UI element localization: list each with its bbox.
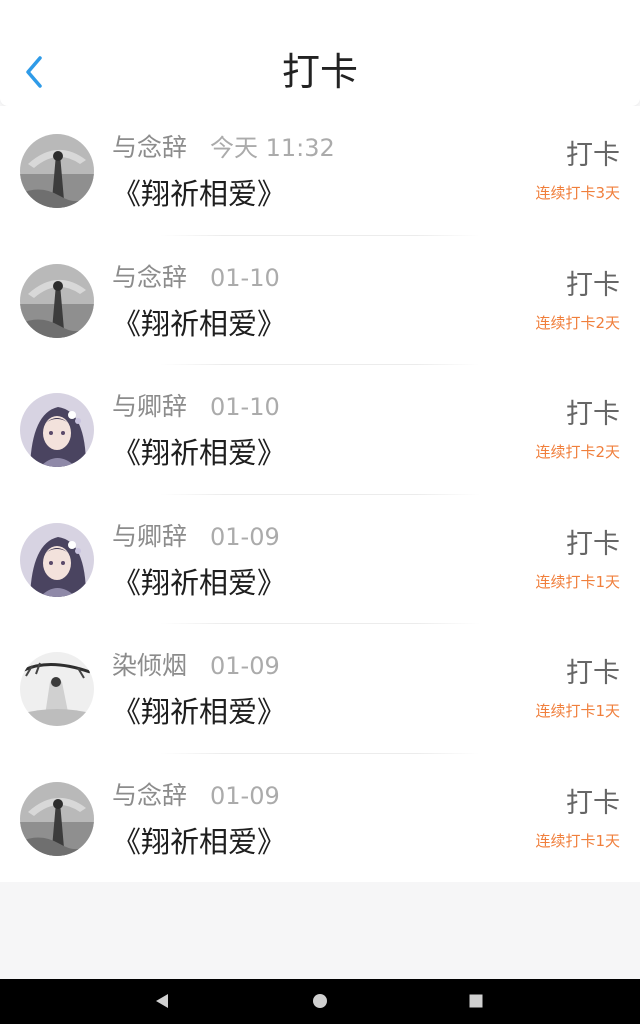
checkin-item[interactable]: 与念辞 今天 11:32 《翔祈相爱》 打卡 连续打卡3天 — [0, 106, 640, 236]
page-title: 打卡 — [281, 50, 358, 94]
checkin-time: 今天 11:32 — [210, 134, 335, 162]
streak-label: 连续打卡1天 — [535, 831, 620, 850]
checkin-time: 01-09 — [210, 522, 280, 551]
streak-label: 连续打卡1天 — [535, 572, 620, 591]
avatar[interactable] — [20, 781, 94, 856]
anime-girl-avatar-icon — [20, 522, 94, 597]
checkin-label: 打卡 — [566, 140, 620, 171]
umbrella-girl-avatar-icon — [20, 134, 94, 208]
checkin-item[interactable]: 与念辞 01-10 《翔祈相爱》 打卡 连续打卡2天 — [0, 236, 640, 365]
avatar[interactable] — [20, 522, 94, 597]
book-title: 《翔祈相爱》 — [112, 177, 287, 211]
anime-girl-avatar-icon — [20, 393, 94, 467]
system-back-button[interactable] — [148, 987, 176, 1015]
checkin-time: 01-09 — [210, 781, 280, 810]
book-title: 《翔祈相爱》 — [112, 565, 287, 600]
user-name: 与卿辞 — [112, 392, 188, 421]
ink-painting-avatar-icon — [20, 652, 94, 726]
umbrella-girl-avatar-icon — [20, 781, 94, 856]
checkin-time: 01-09 — [210, 652, 280, 680]
user-name: 染倾烟 — [112, 651, 188, 680]
checkin-item[interactable]: 与卿辞 01-09 《翔祈相爱》 打卡 连续打卡1天 — [0, 495, 640, 624]
streak-label: 连续打卡2天 — [535, 313, 620, 332]
checkin-item[interactable]: 与卿辞 01-10 《翔祈相爱》 打卡 连续打卡2天 — [0, 365, 640, 495]
avatar[interactable] — [20, 263, 94, 338]
avatar[interactable] — [20, 393, 94, 467]
book-title: 《翔祈相爱》 — [112, 695, 287, 729]
streak-label: 连续打卡3天 — [535, 184, 620, 202]
user-name: 与念辞 — [112, 262, 188, 292]
system-recent-apps-button[interactable] — [462, 987, 490, 1015]
checkin-screen: 打卡 与念辞 今天 11:32 《翔祈相爱》 打卡 连续打卡3天 与念辞 01-… — [0, 0, 640, 1024]
checkin-item[interactable]: 染倾烟 01-09 《翔祈相爱》 打卡 连续打卡1天 — [0, 624, 640, 754]
book-title: 《翔祈相爱》 — [112, 306, 287, 341]
top-bar: 打卡 — [0, 0, 640, 106]
checkin-time: 01-10 — [210, 263, 280, 292]
system-navigation-bar — [0, 979, 640, 1024]
system-home-button[interactable] — [306, 987, 334, 1015]
checkin-label: 打卡 — [566, 269, 620, 301]
book-title: 《翔祈相爱》 — [112, 824, 287, 859]
user-name: 与念辞 — [112, 780, 188, 810]
checkin-label: 打卡 — [566, 787, 620, 819]
user-name: 与念辞 — [112, 133, 188, 162]
checkin-item[interactable]: 与念辞 01-09 《翔祈相爱》 打卡 连续打卡1天 — [0, 754, 640, 884]
avatar[interactable] — [20, 134, 94, 208]
checkin-label: 打卡 — [566, 658, 620, 689]
triangle-back-icon — [156, 994, 168, 1008]
circle-home-icon — [313, 994, 327, 1008]
book-title: 《翔祈相爱》 — [112, 436, 287, 470]
streak-label: 连续打卡2天 — [535, 443, 620, 461]
checkin-label: 打卡 — [566, 528, 620, 560]
user-name: 与卿辞 — [112, 521, 188, 551]
checkin-list: 与念辞 今天 11:32 《翔祈相爱》 打卡 连续打卡3天 与念辞 01-10 — [0, 106, 640, 882]
square-recent-icon — [469, 994, 483, 1008]
umbrella-girl-avatar-icon — [20, 263, 94, 338]
checkin-label: 打卡 — [566, 399, 620, 430]
checkin-time: 01-10 — [210, 393, 280, 421]
avatar[interactable] — [20, 652, 94, 726]
streak-label: 连续打卡1天 — [535, 702, 620, 720]
